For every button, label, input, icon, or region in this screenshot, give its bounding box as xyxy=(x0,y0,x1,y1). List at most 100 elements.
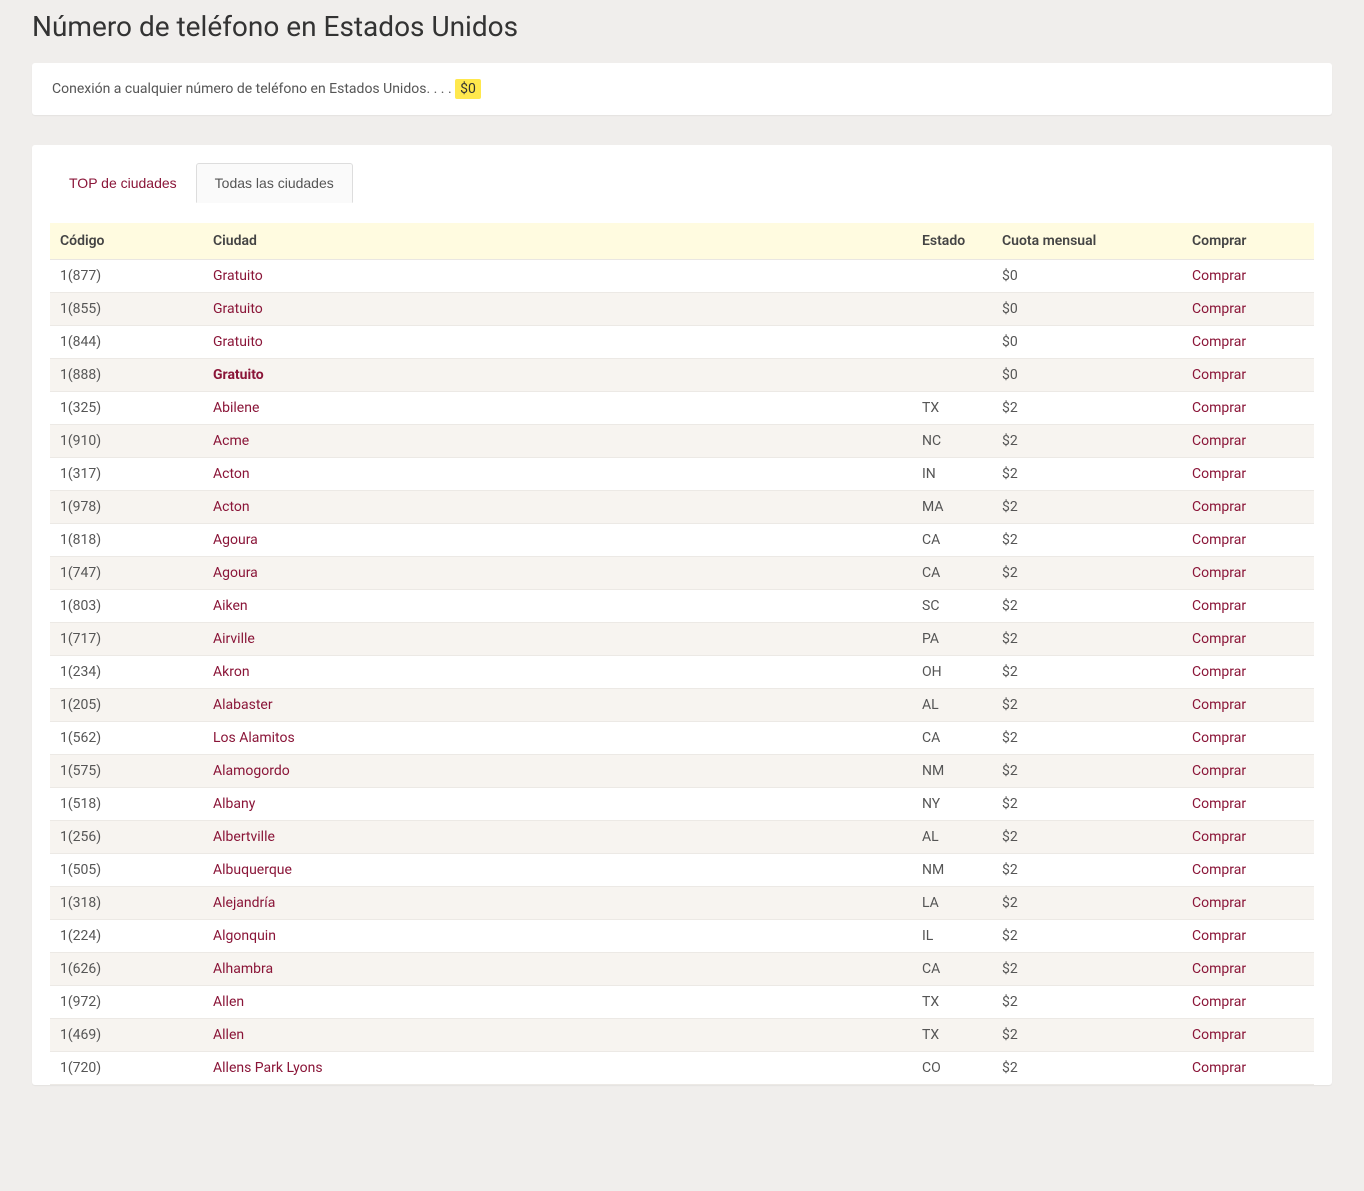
buy-link[interactable]: Comprar xyxy=(1192,301,1246,317)
table-row: 1(803)AikenSC$2Comprar xyxy=(50,590,1314,623)
cell-fee: $0 xyxy=(994,359,1184,392)
city-link[interactable]: Airville xyxy=(213,631,255,647)
buy-link[interactable]: Comprar xyxy=(1192,730,1246,746)
city-link[interactable]: Gratuito xyxy=(213,268,263,284)
city-link[interactable]: Agoura xyxy=(213,565,258,581)
cell-state xyxy=(914,260,994,293)
buy-link[interactable]: Comprar xyxy=(1192,334,1246,350)
cell-fee: $0 xyxy=(994,326,1184,359)
tab-top-cities[interactable]: TOP de ciudades xyxy=(50,163,196,203)
buy-link[interactable]: Comprar xyxy=(1192,268,1246,284)
buy-link[interactable]: Comprar xyxy=(1192,664,1246,680)
buy-link[interactable]: Comprar xyxy=(1192,367,1246,383)
city-link[interactable]: Albany xyxy=(213,796,255,812)
city-link[interactable]: Alejandría xyxy=(213,895,275,911)
buy-link[interactable]: Comprar xyxy=(1192,796,1246,812)
table-row: 1(888) Gratuito $0 Comprar xyxy=(50,359,1314,392)
buy-link[interactable]: Comprar xyxy=(1192,598,1246,614)
buy-link[interactable]: Comprar xyxy=(1192,829,1246,845)
city-link[interactable]: Los Alamitos xyxy=(213,730,295,746)
buy-link[interactable]: Comprar xyxy=(1192,928,1246,944)
cell-state xyxy=(914,293,994,326)
table-row: 1(518)AlbanyNY$2Comprar xyxy=(50,788,1314,821)
cell-city: Alamogordo xyxy=(205,755,914,788)
cell-code: 1(978) xyxy=(50,491,205,524)
city-link[interactable]: Gratuito xyxy=(213,367,264,383)
buy-link[interactable]: Comprar xyxy=(1192,961,1246,977)
buy-link[interactable]: Comprar xyxy=(1192,532,1246,548)
cell-state: PA xyxy=(914,623,994,656)
city-link[interactable]: Alabaster xyxy=(213,697,273,713)
cell-buy: Comprar xyxy=(1184,689,1314,722)
buy-link[interactable]: Comprar xyxy=(1192,400,1246,416)
city-link[interactable]: Algonquin xyxy=(213,928,276,944)
city-link[interactable]: Gratuito xyxy=(213,334,263,350)
cell-state: TX xyxy=(914,1019,994,1052)
table-row: 1(978)ActonMA$2Comprar xyxy=(50,491,1314,524)
th-state: Estado xyxy=(914,223,994,260)
buy-link[interactable]: Comprar xyxy=(1192,1027,1246,1043)
cell-state: NM xyxy=(914,755,994,788)
price-badge: $0 xyxy=(455,79,481,99)
cell-code: 1(888) xyxy=(50,359,205,392)
city-link[interactable]: Albertville xyxy=(213,829,275,845)
city-link[interactable]: Akron xyxy=(213,664,250,680)
table-row: 1(469)AllenTX$2Comprar xyxy=(50,1019,1314,1052)
table-row: 1(575)AlamogordoNM$2Comprar xyxy=(50,755,1314,788)
cell-code: 1(224) xyxy=(50,920,205,953)
cell-state: OH xyxy=(914,656,994,689)
cell-buy: Comprar xyxy=(1184,458,1314,491)
city-link[interactable]: Acme xyxy=(213,433,249,449)
cell-code: 1(720) xyxy=(50,1052,205,1085)
buy-link[interactable]: Comprar xyxy=(1192,565,1246,581)
city-link[interactable]: Acton xyxy=(213,499,250,515)
cell-fee: $2 xyxy=(994,854,1184,887)
tab-all-cities[interactable]: Todas las ciudades xyxy=(196,163,353,203)
table-row: 1(224)AlgonquinIL$2Comprar xyxy=(50,920,1314,953)
cell-buy: Comprar xyxy=(1184,326,1314,359)
city-link[interactable]: Acton xyxy=(213,466,250,482)
cell-buy: Comprar xyxy=(1184,1019,1314,1052)
city-link[interactable]: Allen xyxy=(213,994,244,1010)
buy-link[interactable]: Comprar xyxy=(1192,466,1246,482)
buy-link[interactable]: Comprar xyxy=(1192,631,1246,647)
table-row: 1(205)AlabasterAL$2Comprar xyxy=(50,689,1314,722)
cell-fee: $2 xyxy=(994,392,1184,425)
cell-buy: Comprar xyxy=(1184,491,1314,524)
city-link[interactable]: Gratuito xyxy=(213,301,263,317)
city-link[interactable]: Allen xyxy=(213,1027,244,1043)
cell-buy: Comprar xyxy=(1184,557,1314,590)
city-link[interactable]: Agoura xyxy=(213,532,258,548)
city-link[interactable]: Albuquerque xyxy=(213,862,292,878)
table-row: 1(818)AgouraCA$2Comprar xyxy=(50,524,1314,557)
buy-link[interactable]: Comprar xyxy=(1192,763,1246,779)
cell-city: Alabaster xyxy=(205,689,914,722)
buy-link[interactable]: Comprar xyxy=(1192,895,1246,911)
cell-fee: $2 xyxy=(994,524,1184,557)
cell-state: IL xyxy=(914,920,994,953)
buy-link[interactable]: Comprar xyxy=(1192,994,1246,1010)
buy-link[interactable]: Comprar xyxy=(1192,862,1246,878)
cell-city: Gratuito xyxy=(205,293,914,326)
buy-link[interactable]: Comprar xyxy=(1192,697,1246,713)
tabs: TOP de ciudades Todas las ciudades xyxy=(50,163,1314,203)
cell-city: Albany xyxy=(205,788,914,821)
cities-table: Código Ciudad Estado Cuota mensual Compr… xyxy=(50,223,1314,1085)
cell-city: Allen xyxy=(205,1019,914,1052)
buy-link[interactable]: Comprar xyxy=(1192,433,1246,449)
city-link[interactable]: Alamogordo xyxy=(213,763,290,779)
cell-fee: $2 xyxy=(994,986,1184,1019)
buy-link[interactable]: Comprar xyxy=(1192,1060,1246,1076)
city-link[interactable]: Abilene xyxy=(213,400,259,416)
th-buy: Comprar xyxy=(1184,223,1314,260)
page-title: Número de teléfono en Estados Unidos xyxy=(32,10,1332,43)
city-link[interactable]: Allens Park Lyons xyxy=(213,1060,323,1076)
buy-link[interactable]: Comprar xyxy=(1192,499,1246,515)
city-link[interactable]: Aiken xyxy=(213,598,248,614)
cell-city: Gratuito xyxy=(205,260,914,293)
cell-city: Aiken xyxy=(205,590,914,623)
cell-code: 1(234) xyxy=(50,656,205,689)
table-row: 1(720)Allens Park LyonsCO$2Comprar xyxy=(50,1052,1314,1085)
city-link[interactable]: Alhambra xyxy=(213,961,273,977)
cell-fee: $2 xyxy=(994,887,1184,920)
